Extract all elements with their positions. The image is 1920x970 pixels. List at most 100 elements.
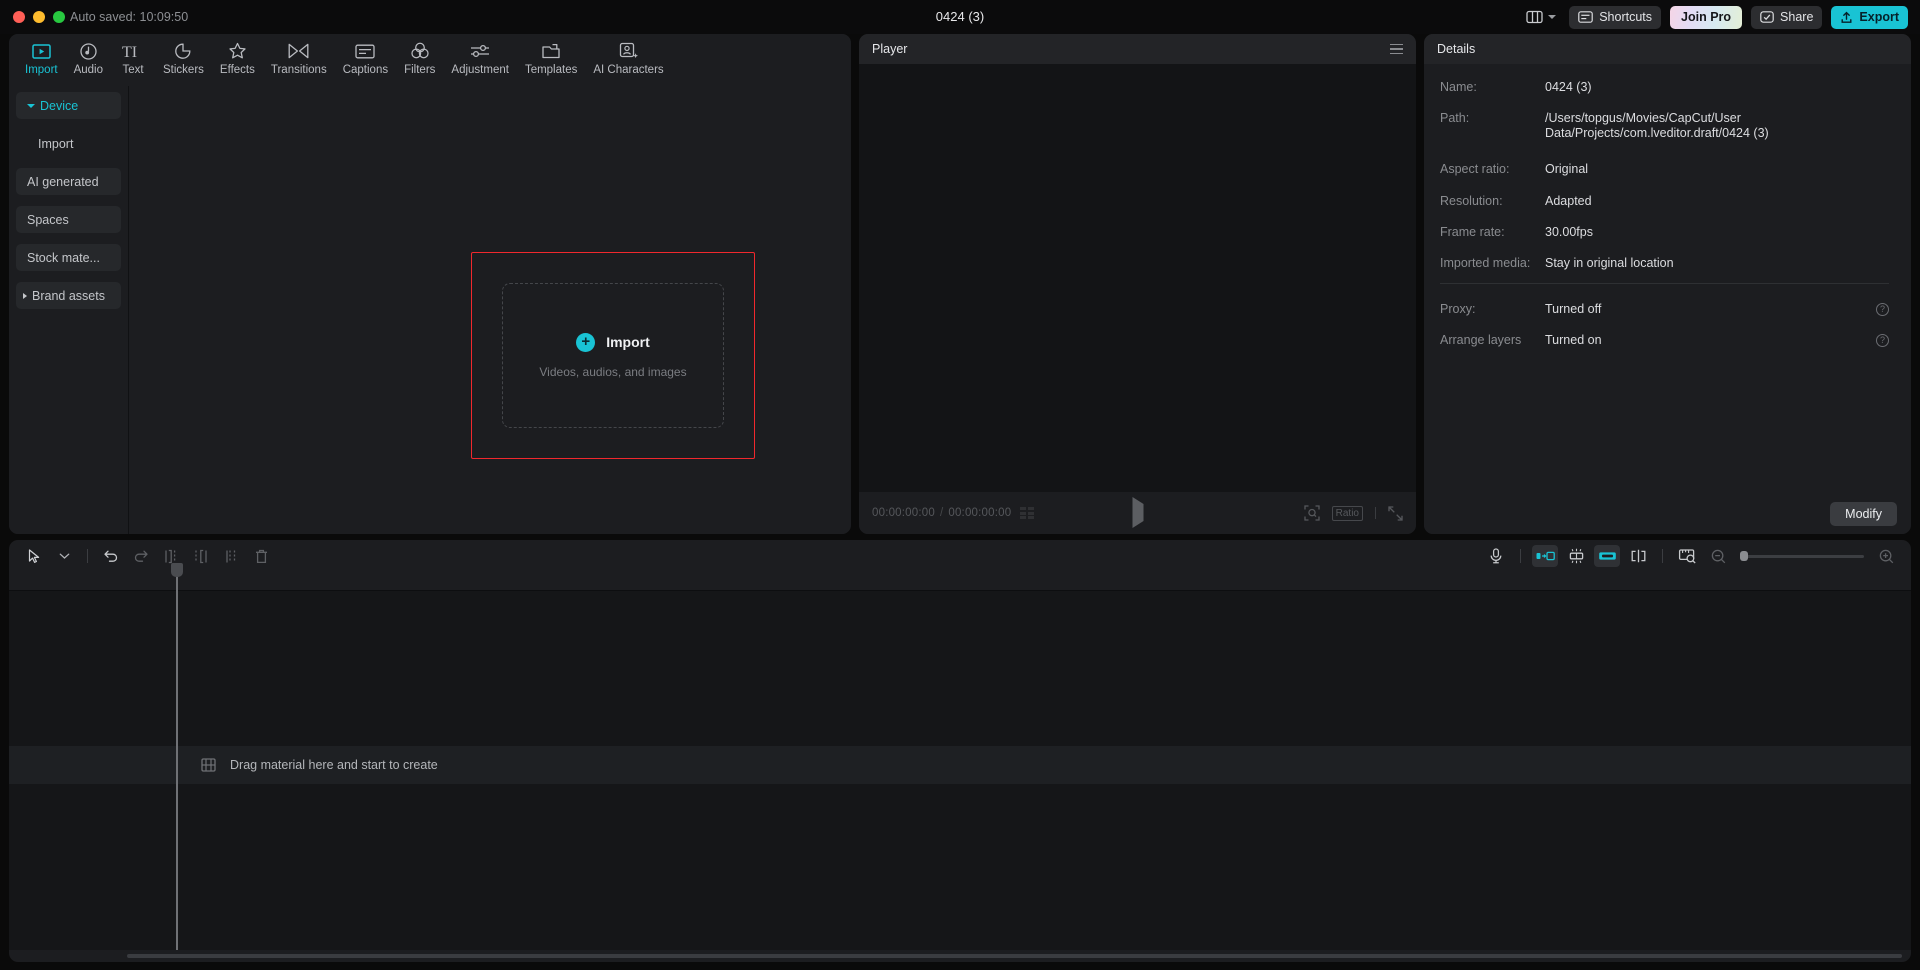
current-time: 00:00:00:00 bbox=[872, 507, 935, 519]
zoom-out-button[interactable] bbox=[1705, 545, 1731, 567]
maximize-window-button[interactable] bbox=[53, 11, 65, 23]
trim-left-button[interactable] bbox=[188, 545, 214, 567]
player-timecode: 00:00:00:00 / 00:00:00:00 bbox=[872, 507, 1011, 519]
transitions-icon bbox=[288, 41, 309, 61]
trash-icon bbox=[255, 549, 267, 563]
sidebar-item-device[interactable]: Device bbox=[16, 92, 121, 119]
timeline-ruler[interactable] bbox=[9, 572, 1911, 591]
sidebar-item-stock-materials[interactable]: Stock mate... bbox=[16, 244, 121, 271]
question-icon[interactable]: ? bbox=[1876, 334, 1889, 347]
zoom-slider-handle[interactable] bbox=[1740, 551, 1748, 561]
hamburger-icon[interactable] bbox=[1390, 43, 1403, 55]
cursor-icon bbox=[28, 548, 39, 563]
share-icon bbox=[1760, 11, 1774, 23]
preview-scale-button[interactable] bbox=[1674, 545, 1700, 567]
snap-left-icon bbox=[1536, 551, 1555, 561]
tab-adjustment-label: Adjustment bbox=[451, 64, 509, 76]
detail-key: Name: bbox=[1440, 80, 1477, 94]
timeline-horizontal-scrollbar[interactable] bbox=[127, 954, 1902, 958]
shortcuts-button[interactable]: Shortcuts bbox=[1569, 5, 1662, 29]
sidebar-item-spaces[interactable]: Spaces bbox=[16, 206, 121, 233]
tab-text[interactable]: TI Text bbox=[111, 38, 155, 77]
snapshot-icon[interactable] bbox=[1303, 505, 1320, 521]
playhead-handle[interactable] bbox=[171, 563, 183, 577]
delete-button[interactable] bbox=[248, 545, 274, 567]
zoom-in-button[interactable] bbox=[1873, 545, 1899, 567]
chevron-right-icon bbox=[23, 292, 27, 299]
sidebar-item-ai-generated[interactable]: AI generated bbox=[16, 168, 121, 195]
media-source-sidebar: Device Import AI generated Spaces Stock … bbox=[9, 86, 129, 534]
tab-effects[interactable]: Effects bbox=[212, 38, 263, 76]
import-dropzone[interactable]: + Import Videos, audios, and images bbox=[502, 283, 724, 428]
window-controls[interactable] bbox=[13, 11, 65, 23]
details-body: Name: 0424 (3) Path: /Users/topgus/Movie… bbox=[1424, 64, 1911, 534]
tab-adjustment[interactable]: Adjustment bbox=[443, 38, 517, 76]
detail-row-name: Name: 0424 (3) bbox=[1440, 80, 1889, 94]
import-cta: + Import bbox=[576, 332, 650, 352]
tab-stickers-label: Stickers bbox=[163, 64, 204, 76]
sidebar-item-brand-assets[interactable]: Brand assets bbox=[16, 282, 121, 309]
timeline-playhead[interactable] bbox=[171, 563, 183, 950]
select-cursor-tool[interactable] bbox=[21, 545, 47, 567]
export-button[interactable]: Export bbox=[1831, 5, 1908, 29]
tab-ai-characters[interactable]: AI Characters bbox=[585, 38, 671, 76]
timeline-tracks-area[interactable]: Drag material here and start to create bbox=[9, 591, 1911, 950]
function-tab-bar: Import Audio TI Text Stickers Effects Tr… bbox=[9, 34, 851, 86]
time-separator: / bbox=[939, 507, 944, 519]
total-time: 00:00:00:00 bbox=[948, 507, 1012, 519]
sidebar-item-ai-generated-label: AI generated bbox=[27, 174, 99, 189]
detail-key: Frame rate: bbox=[1440, 224, 1505, 239]
timeline-empty-track[interactable]: Drag material here and start to create bbox=[9, 746, 1911, 784]
link-clips-button[interactable] bbox=[1594, 545, 1620, 567]
tab-transitions[interactable]: Transitions bbox=[263, 38, 335, 76]
tool-dropdown[interactable] bbox=[51, 545, 77, 567]
play-button[interactable] bbox=[1132, 497, 1143, 528]
magnet-split-icon bbox=[1631, 549, 1645, 563]
sidebar-item-stock-materials-label: Stock mate... bbox=[27, 250, 100, 265]
chevron-down-icon bbox=[27, 103, 35, 108]
details-footer: Modify bbox=[1424, 494, 1911, 534]
timeline-zoom-slider[interactable] bbox=[1740, 551, 1864, 561]
tab-templates[interactable]: Templates bbox=[517, 38, 585, 76]
detail-row-imported-media: Imported media: Stay in original locatio… bbox=[1440, 256, 1889, 270]
minimize-window-button[interactable] bbox=[33, 11, 45, 23]
sidebar-item-import[interactable]: Import bbox=[16, 130, 121, 157]
auto-arrange-button[interactable] bbox=[1563, 545, 1589, 567]
player-panel: Player 00:00:00:00 / 00:00:00:00 Ratio bbox=[859, 34, 1416, 534]
modify-button[interactable]: Modify bbox=[1830, 502, 1897, 526]
trim-right-button[interactable] bbox=[218, 545, 244, 567]
question-icon[interactable]: ? bbox=[1876, 302, 1889, 316]
text-ti-icon: TI bbox=[121, 41, 145, 61]
detail-value: 30.00fps bbox=[1545, 224, 1593, 239]
detail-row-proxy: Proxy: Turned off ? bbox=[1440, 302, 1889, 316]
player-header: Player bbox=[859, 34, 1416, 64]
tab-audio[interactable]: Audio bbox=[66, 38, 111, 76]
player-canvas[interactable] bbox=[859, 64, 1416, 492]
close-window-button[interactable] bbox=[13, 11, 25, 23]
player-grid-icon[interactable] bbox=[1020, 507, 1034, 519]
redo-button[interactable] bbox=[128, 545, 154, 567]
tab-stickers[interactable]: Stickers bbox=[155, 38, 212, 76]
detail-value: 0424 (3) bbox=[1545, 80, 1592, 94]
adsorption-button[interactable] bbox=[1625, 545, 1651, 567]
timeline-right-tools bbox=[1483, 545, 1899, 567]
undo-button[interactable] bbox=[98, 545, 124, 567]
timeline-toolbar bbox=[9, 540, 1911, 572]
tab-effects-label: Effects bbox=[219, 64, 255, 76]
auto-snap-button[interactable] bbox=[1532, 545, 1558, 567]
record-voiceover-button[interactable] bbox=[1483, 545, 1509, 567]
share-label: Share bbox=[1780, 10, 1814, 24]
sidebar-item-brand-assets-label: Brand assets bbox=[32, 288, 105, 303]
trim-right-icon bbox=[226, 550, 236, 562]
layout-switch-button[interactable] bbox=[1522, 7, 1560, 27]
zoom-in-icon bbox=[1879, 549, 1893, 563]
tab-filters[interactable]: Filters bbox=[396, 38, 443, 76]
share-button[interactable]: Share bbox=[1751, 5, 1823, 29]
tab-audio-label: Audio bbox=[73, 64, 104, 76]
ratio-button[interactable]: Ratio bbox=[1331, 505, 1363, 521]
fullscreen-icon[interactable] bbox=[1388, 505, 1403, 521]
tab-import[interactable]: Import bbox=[17, 38, 66, 76]
join-pro-button[interactable]: Join Pro bbox=[1670, 5, 1743, 29]
tab-captions[interactable]: Captions bbox=[335, 38, 396, 76]
ai-characters-icon bbox=[619, 41, 639, 61]
